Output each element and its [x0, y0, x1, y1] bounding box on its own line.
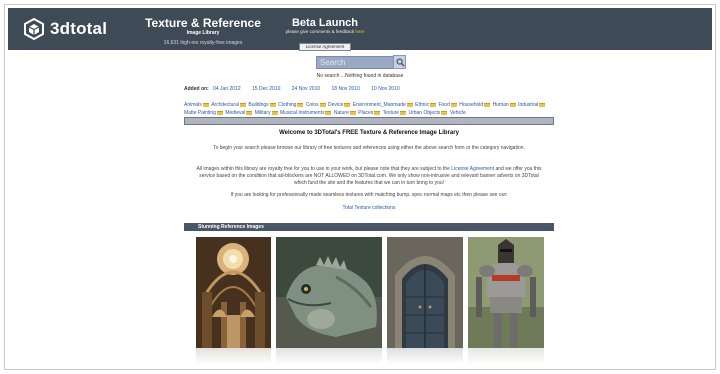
category-link[interactable]: Texture — [383, 109, 407, 117]
gallery-reflection-fade — [387, 348, 463, 364]
folder-icon — [509, 102, 516, 107]
total-texture-link[interactable]: Total Texture collections — [184, 205, 554, 211]
folder-icon — [441, 110, 448, 115]
added-date-link[interactable]: 24 Nov 2010 — [292, 86, 320, 92]
beta-launch-block: Beta Launch please give comments & feedb… — [266, 17, 384, 53]
feedback-link[interactable]: here — [355, 29, 364, 34]
library-title-block: Texture & Reference Image Library 16,631… — [142, 17, 264, 47]
search-button[interactable] — [393, 55, 406, 69]
folder-icon — [430, 102, 437, 107]
added-date-link[interactable]: 04 Jan 2012 — [213, 86, 241, 92]
image-count: 16,631 high-res royalty-free images — [163, 40, 243, 46]
folder-icon — [297, 102, 304, 107]
folder-icon — [325, 110, 332, 115]
gallery-image-iguana[interactable] — [276, 237, 382, 348]
folder-icon — [374, 110, 381, 115]
folder-icon — [246, 110, 253, 115]
license-agreement-link[interactable]: License Agreement — [451, 166, 494, 172]
category-link[interactable]: Nature — [334, 109, 356, 117]
folder-icon — [400, 110, 407, 115]
category-link[interactable]: Matte Painting — [184, 109, 223, 117]
license-paragraph: All images within this library are royal… — [194, 166, 544, 187]
category-navigation: Animals Architectural Buildings Clothing… — [184, 101, 554, 117]
beta-note-text: please give comments & feedback — [285, 29, 355, 34]
category-link[interactable]: Vehicle — [450, 109, 466, 117]
gallery-image-cathedral[interactable] — [196, 237, 271, 348]
folder-icon — [349, 110, 356, 115]
beta-note: please give comments & feedback here — [266, 29, 384, 35]
added-date-link[interactable]: 10 Nov 2010 — [371, 86, 399, 92]
library-title: Texture & Reference — [145, 16, 261, 30]
folder-icon — [406, 102, 413, 107]
gallery-reflection-fade — [468, 348, 544, 364]
welcome-title: Welcome to 3DTotal's FREE Texture & Refe… — [279, 130, 459, 136]
folder-icon — [202, 102, 209, 107]
gallery-reflection-fade — [276, 348, 382, 364]
library-subtitle: Image Library — [186, 30, 220, 36]
category-link[interactable]: Medieval — [225, 109, 253, 117]
added-on-row: Added on: 04 Jan 2012 15 Dec 2010 24 Nov… — [184, 86, 400, 92]
3dtotal-logo-icon — [24, 17, 44, 41]
category-link[interactable]: Architectural — [211, 101, 246, 109]
category-link[interactable]: Human — [493, 101, 516, 109]
folder-icon — [344, 102, 351, 107]
no-results-message: No search ...Nothing found in database — [316, 73, 404, 79]
category-link[interactable]: Environment_Manmade — [353, 101, 413, 109]
magnifier-icon — [396, 58, 405, 67]
logo[interactable]: 3dtotal — [24, 17, 107, 41]
folder-icon — [319, 102, 326, 107]
logo-text: 3dtotal — [50, 19, 108, 38]
category-link[interactable]: Food — [438, 101, 457, 109]
license-agreement-button[interactable]: License Agreement — [298, 43, 352, 51]
folder-icon — [239, 102, 246, 107]
folder-icon — [216, 110, 223, 115]
category-link[interactable]: Clothing — [278, 101, 304, 109]
gallery-image-knight[interactable] — [468, 237, 544, 348]
category-link[interactable]: Musical Instruments — [280, 109, 332, 117]
added-on-label: Added on: — [184, 86, 209, 92]
category-link[interactable]: Device — [328, 101, 351, 109]
category-link[interactable]: Urban Objects — [408, 109, 448, 117]
intro-paragraph: To begin your search please browse our l… — [213, 145, 525, 151]
gallery-title: Stunning Reference Images — [198, 224, 264, 230]
textures-paragraph: If you are looking for professionally ma… — [230, 192, 508, 198]
folder-icon — [269, 102, 276, 107]
category-link[interactable]: Coins — [306, 101, 326, 109]
added-date-link[interactable]: 18 Nov 2010 — [332, 86, 360, 92]
category-link[interactable]: Military — [255, 109, 278, 117]
folder-icon — [539, 102, 546, 107]
category-link[interactable]: Ethnic — [415, 101, 437, 109]
folder-icon — [450, 102, 457, 107]
added-date-link[interactable]: 15 Dec 2010 — [252, 86, 280, 92]
folder-icon — [484, 102, 491, 107]
gallery-reflection-fade — [196, 348, 271, 364]
category-link[interactable]: Buildings — [248, 101, 276, 109]
category-link[interactable]: Places — [358, 109, 381, 117]
category-link[interactable]: Household — [459, 101, 491, 109]
category-link[interactable]: Industrial — [518, 101, 546, 109]
license-paragraph-text: All images within this library are royal… — [196, 166, 450, 172]
gallery-image-door[interactable] — [387, 237, 463, 348]
beta-title: Beta Launch — [291, 17, 358, 29]
category-divider-bar — [184, 117, 554, 125]
site-header: 3dtotal Texture & Reference Image Librar… — [8, 8, 712, 53]
category-link[interactable]: Animals — [184, 101, 209, 109]
folder-icon — [271, 110, 278, 115]
